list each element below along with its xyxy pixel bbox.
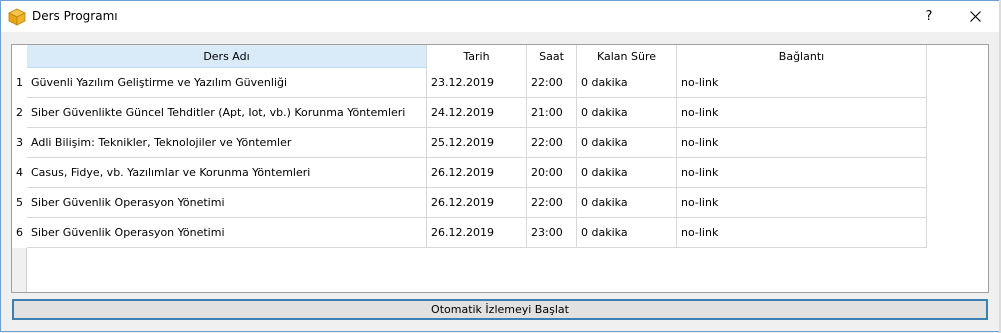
cell-saat[interactable]: 22:00 bbox=[527, 188, 577, 218]
cell-baglanti[interactable]: no-link bbox=[677, 128, 927, 158]
row-number[interactable]: 3 bbox=[12, 128, 27, 158]
cell-tarih[interactable]: 26.12.2019 bbox=[427, 188, 527, 218]
cell-baglanti[interactable]: no-link bbox=[677, 188, 927, 218]
cell-tarih[interactable]: 26.12.2019 bbox=[427, 218, 527, 248]
cell-tarih[interactable]: 25.12.2019 bbox=[427, 128, 527, 158]
row-number[interactable]: 4 bbox=[12, 158, 27, 188]
table-row[interactable]: 2 Siber Güvenlikte Güncel Tehditler (Apt… bbox=[12, 98, 927, 128]
start-auto-monitoring-button[interactable]: Otomatik İzlemeyi Başlat bbox=[12, 299, 988, 320]
row-number[interactable]: 2 bbox=[12, 98, 27, 128]
cell-saat[interactable]: 22:00 bbox=[527, 128, 577, 158]
help-button[interactable]: ? bbox=[906, 1, 952, 32]
cell-ders-adi[interactable]: Güvenli Yazılım Geliştirme ve Yazılım Gü… bbox=[27, 68, 427, 98]
cell-kalan-sure[interactable]: 0 dakika bbox=[577, 218, 677, 248]
table-row[interactable]: 6 Siber Güvenlik Operasyon Yönetimi 26.1… bbox=[12, 218, 927, 248]
column-header-ders-adi[interactable]: Ders Adı bbox=[27, 45, 427, 68]
table-row[interactable]: 3 Adli Bilişim: Teknikler, Teknolojiler … bbox=[12, 128, 927, 158]
column-header-tarih[interactable]: Tarih bbox=[427, 45, 527, 68]
cell-ders-adi[interactable]: Siber Güvenlikte Güncel Tehditler (Apt, … bbox=[27, 98, 427, 128]
cell-saat[interactable]: 23:00 bbox=[527, 218, 577, 248]
cell-saat[interactable]: 22:00 bbox=[527, 68, 577, 98]
row-number[interactable]: 6 bbox=[12, 218, 27, 248]
close-icon bbox=[969, 9, 981, 24]
row-number[interactable]: 5 bbox=[12, 188, 27, 218]
column-header-kalan-sure[interactable]: Kalan Süre bbox=[577, 45, 677, 68]
cell-ders-adi[interactable]: Adli Bilişim: Teknikler, Teknolojiler ve… bbox=[27, 128, 427, 158]
table-row[interactable]: 1 Güvenli Yazılım Geliştirme ve Yazılım … bbox=[12, 68, 927, 98]
cell-ders-adi[interactable]: Casus, Fidye, vb. Yazılımlar ve Korunma … bbox=[27, 158, 427, 188]
cell-kalan-sure[interactable]: 0 dakika bbox=[577, 188, 677, 218]
column-header-baglanti[interactable]: Bağlantı bbox=[677, 45, 927, 68]
cell-kalan-sure[interactable]: 0 dakika bbox=[577, 158, 677, 188]
cell-saat[interactable]: 21:00 bbox=[527, 98, 577, 128]
table-corner bbox=[12, 45, 27, 68]
title-bar: Ders Programı ? bbox=[1, 1, 1000, 32]
close-button[interactable] bbox=[952, 1, 998, 32]
package-icon bbox=[8, 8, 26, 26]
dialog-window: Ders Programı ? Ders Adı Tarih Saat Kala… bbox=[0, 0, 1000, 332]
cell-kalan-sure[interactable]: 0 dakika bbox=[577, 128, 677, 158]
table-row[interactable]: 5 Siber Güvenlik Operasyon Yönetimi 26.1… bbox=[12, 188, 927, 218]
cell-tarih[interactable]: 24.12.2019 bbox=[427, 98, 527, 128]
cell-tarih[interactable]: 23.12.2019 bbox=[427, 68, 527, 98]
cell-kalan-sure[interactable]: 0 dakika bbox=[577, 98, 677, 128]
cell-kalan-sure[interactable]: 0 dakika bbox=[577, 68, 677, 98]
window-title: Ders Programı bbox=[32, 9, 118, 23]
cell-baglanti[interactable]: no-link bbox=[677, 68, 927, 98]
schedule-table[interactable]: Ders Adı Tarih Saat Kalan Süre Bağlantı … bbox=[11, 44, 989, 293]
cell-baglanti[interactable]: no-link bbox=[677, 98, 927, 128]
cell-ders-adi[interactable]: Siber Güvenlik Operasyon Yönetimi bbox=[27, 218, 427, 248]
row-number[interactable]: 1 bbox=[12, 68, 27, 98]
cell-baglanti[interactable]: no-link bbox=[677, 158, 927, 188]
cell-ders-adi[interactable]: Siber Güvenlik Operasyon Yönetimi bbox=[27, 188, 427, 218]
cell-tarih[interactable]: 26.12.2019 bbox=[427, 158, 527, 188]
table-row[interactable]: 4 Casus, Fidye, vb. Yazılımlar ve Korunm… bbox=[12, 158, 927, 188]
cell-saat[interactable]: 20:00 bbox=[527, 158, 577, 188]
cell-baglanti[interactable]: no-link bbox=[677, 218, 927, 248]
column-header-saat[interactable]: Saat bbox=[527, 45, 577, 68]
